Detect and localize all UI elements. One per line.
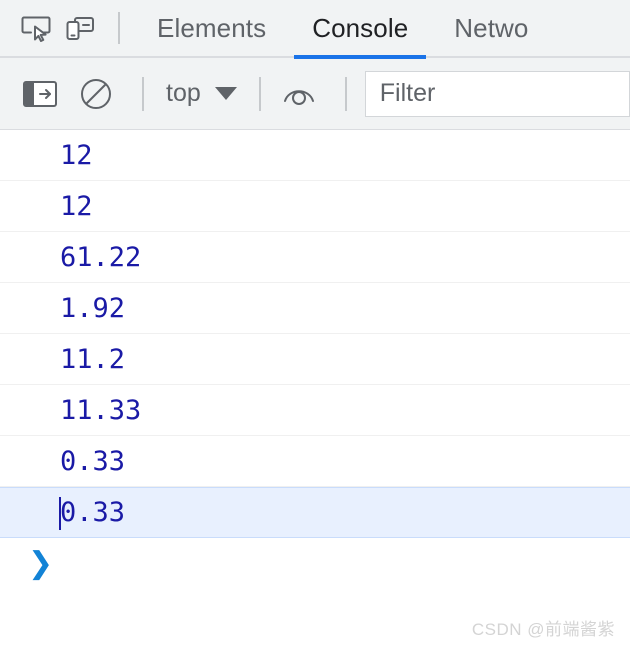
console-message-value: 12 [60,142,93,169]
execution-context-label: top [166,79,201,108]
console-message-row[interactable]: 11.2 [0,334,630,385]
console-message-value: 61.22 [60,244,141,271]
toolbar-divider-2 [259,77,261,111]
tab-console-label: Console [312,13,408,44]
console-message-row[interactable]: 12 [0,181,630,232]
clear-console-button[interactable] [72,70,120,118]
filter-input[interactable]: Filter [365,71,630,117]
console-message-row[interactable]: 11.33 [0,385,630,436]
console-sidebar-toggle-button[interactable] [16,70,64,118]
console-message-row[interactable]: 1.92 [0,283,630,334]
sidebar-show-icon [23,79,57,109]
text-caret [59,497,61,530]
prompt-chevron-icon: ❯ [28,549,53,579]
tab-console[interactable]: Console [289,0,431,57]
live-expression-button[interactable] [275,70,323,118]
console-message-value: 0.33 [60,448,125,475]
watermark: CSDN @前端酱紫 [472,615,615,640]
tab-network[interactable]: Netwo [431,0,551,57]
console-message-value: 11.2 [60,346,125,373]
tab-elements-label: Elements [157,13,266,44]
console-message-value: 0.33 [60,499,125,526]
console-message-row[interactable]: 61.22 [0,232,630,283]
devtools-window: Elements Console Netwo [0,0,630,652]
tab-network-label: Netwo [454,13,528,44]
tab-elements[interactable]: Elements [134,0,289,57]
eye-icon [281,80,317,108]
console-message-list: 12 12 61.22 1.92 11.2 11.33 0.33 0.33 ❯ [0,130,630,590]
toolbar-divider-3 [345,77,347,111]
devtools-tabbar: Elements Console Netwo [0,0,630,58]
console-prompt[interactable]: ❯ [0,538,630,590]
console-message-value: 11.33 [60,397,141,424]
execution-context-selector[interactable]: top [158,79,245,108]
console-toolbar: top Filter [0,58,630,130]
device-toolbar-button[interactable] [58,8,102,48]
console-message-value: 12 [60,193,93,220]
toolbar-divider-1 [142,77,144,111]
inspect-element-button[interactable] [14,8,58,48]
console-message-value: 1.92 [60,295,125,322]
console-message-row[interactable]: 0.33 [0,436,630,487]
device-toolbar-icon [64,12,96,44]
chevron-down-icon [215,87,237,100]
tabbar-divider [118,12,120,44]
console-message-row[interactable]: 12 [0,130,630,181]
console-message-row-selected[interactable]: 0.33 [0,487,630,538]
clear-console-icon [79,77,113,111]
inspect-element-icon [20,12,52,44]
